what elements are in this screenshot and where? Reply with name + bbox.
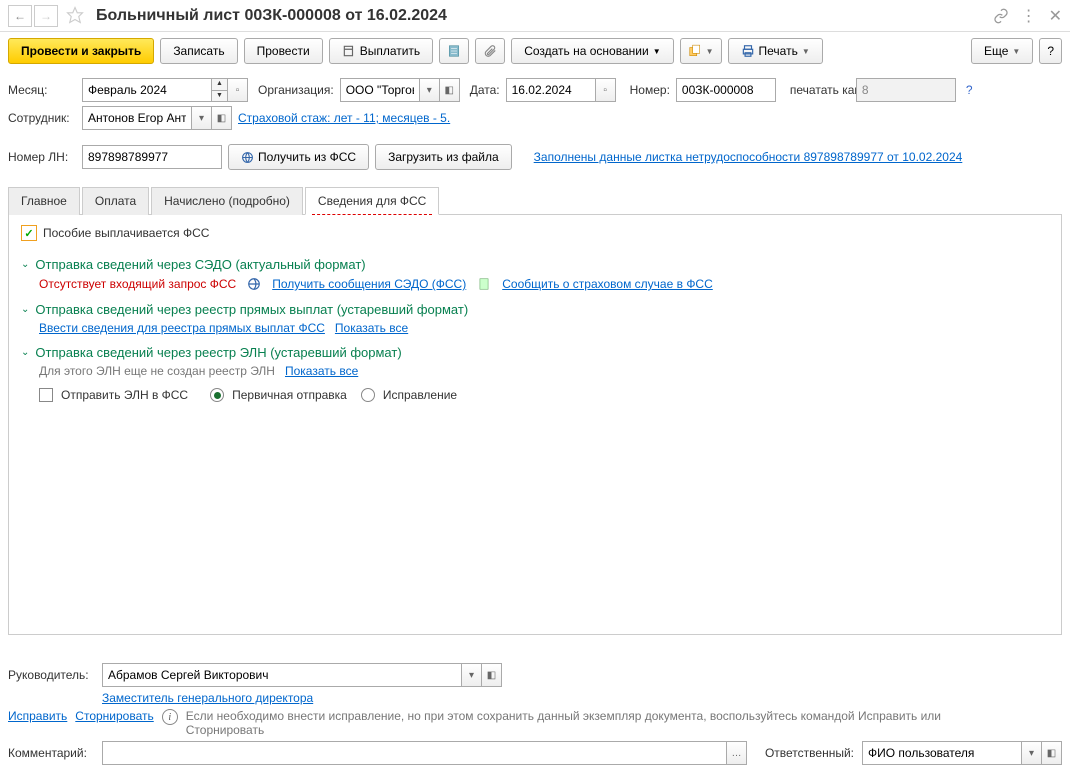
primary-send-radio[interactable]: [210, 388, 224, 402]
favorite-star-icon[interactable]: [66, 6, 86, 26]
manager-dropdown-button[interactable]: ▾: [462, 663, 482, 687]
load-from-file-button[interactable]: Загрузить из файла: [375, 144, 512, 170]
print-as-label: печатать как:: [790, 83, 850, 97]
tab-main[interactable]: Главное: [8, 187, 80, 215]
footer-area: Руководитель: ▾ ◧ Заместитель генерально…: [0, 653, 1070, 777]
attachment-button[interactable]: [475, 38, 505, 64]
number-input[interactable]: [676, 78, 776, 102]
chevron-down-icon: ▼: [653, 47, 661, 56]
print-button[interactable]: Печать ▼: [728, 38, 823, 64]
responsible-dropdown-button[interactable]: ▾: [1022, 741, 1042, 765]
close-icon[interactable]: ✕: [1049, 6, 1062, 26]
fix-link[interactable]: Исправить: [8, 709, 67, 723]
send-eln-label: Отправить ЭЛН в ФСС: [61, 388, 188, 402]
eln-registry-status: Для этого ЭЛН еще не создан реестр ЭЛН: [39, 364, 275, 378]
employee-input[interactable]: [82, 106, 192, 130]
month-input[interactable]: [82, 78, 212, 102]
date-input[interactable]: [506, 78, 596, 102]
number-label: Номер:: [630, 83, 670, 97]
ln-input[interactable]: [82, 145, 222, 169]
primary-send-label: Первичная отправка: [232, 388, 347, 402]
get-from-fss-button[interactable]: Получить из ФСС: [228, 144, 369, 170]
date-picker-button[interactable]: ▫: [596, 78, 616, 102]
employee-open-button[interactable]: ◧: [212, 106, 232, 130]
globe-icon: [246, 276, 262, 292]
ln-data-link[interactable]: Заполнены данные листка нетрудоспособнос…: [534, 150, 963, 164]
link-icon[interactable]: [993, 8, 1009, 24]
org-label: Организация:: [258, 83, 334, 97]
enter-registry-info-link[interactable]: Ввести сведения для реестра прямых выпла…: [39, 321, 325, 335]
org-open-button[interactable]: ◧: [440, 78, 460, 102]
fix-radio-label: Исправление: [383, 388, 457, 402]
post-button[interactable]: Провести: [244, 38, 323, 64]
seniority-link[interactable]: Страховой стаж: лет - 11; месяцев - 5.: [238, 111, 450, 125]
manager-input[interactable]: [102, 663, 462, 687]
org-dropdown-button[interactable]: ▾: [420, 78, 440, 102]
main-toolbar: Провести и закрыть Записать Провести Вып…: [0, 32, 1070, 70]
titlebar: ← → Больничный лист 00ЗК-000008 от 16.02…: [0, 0, 1070, 32]
tab-accrued[interactable]: Начислено (подробно): [151, 187, 303, 215]
report-insurance-case-link[interactable]: Сообщить о страховом случае в ФСС: [502, 277, 713, 291]
print-as-input[interactable]: [856, 78, 956, 102]
send-eln-checkbox[interactable]: [39, 388, 53, 402]
chevron-down-icon: ⌄: [21, 259, 29, 270]
pay-button[interactable]: Выплатить: [329, 38, 434, 64]
nav-back-button[interactable]: ←: [8, 5, 32, 27]
print-as-help-icon[interactable]: ?: [966, 83, 973, 97]
show-all-eln-link[interactable]: Показать все: [285, 364, 358, 378]
page-title: Больничный лист 00ЗК-000008 от 16.02.202…: [96, 7, 993, 25]
chevron-down-icon: ⌄: [21, 304, 29, 315]
tab-payment[interactable]: Оплата: [82, 187, 149, 215]
fss-pays-checkbox[interactable]: ✓: [21, 225, 37, 241]
tabs: Главное Оплата Начислено (подробно) Свед…: [8, 186, 1062, 215]
ln-label: Номер ЛН:: [8, 150, 76, 164]
create-based-on-button[interactable]: Создать на основании ▼: [511, 38, 673, 64]
date-label: Дата:: [470, 83, 500, 97]
section-eln-registry-header[interactable]: ⌄ Отправка сведений через реестр ЭЛН (ус…: [21, 345, 1049, 360]
storno-link[interactable]: Сторнировать: [75, 709, 153, 723]
info-icon: i: [162, 709, 178, 725]
manager-label: Руководитель:: [8, 668, 94, 682]
kebab-menu-icon[interactable]: ⋮: [1021, 6, 1037, 26]
fss-pays-label: Пособие выплачивается ФСС: [43, 226, 209, 240]
manager-open-button[interactable]: ◧: [482, 663, 502, 687]
section-sedo-header[interactable]: ⌄ Отправка сведений через СЭДО (актуальн…: [21, 257, 1049, 272]
globe-icon: [241, 151, 254, 164]
chevron-down-icon: ⌄: [21, 347, 29, 358]
section-direct-payments-header[interactable]: ⌄ Отправка сведений через реестр прямых …: [21, 302, 1049, 317]
manager-position-link[interactable]: Заместитель генерального директора: [102, 691, 313, 705]
comment-input[interactable]: [102, 741, 727, 765]
nav-forward-button[interactable]: →: [34, 5, 58, 27]
comment-ellipsis-button[interactable]: …: [727, 741, 747, 765]
tab-content: ✓ Пособие выплачивается ФСС ⌄ Отправка с…: [8, 215, 1062, 635]
save-button[interactable]: Записать: [160, 38, 237, 64]
comment-label: Комментарий:: [8, 746, 94, 760]
form-area: Месяц: ▲▼ ▫ Организация: ▾ ◧ Дата: ▫ Ном…: [0, 70, 1070, 178]
employee-label: Сотрудник:: [8, 111, 76, 125]
tab-fss-info[interactable]: Сведения для ФСС: [305, 187, 439, 215]
org-input[interactable]: [340, 78, 420, 102]
responsible-open-button[interactable]: ◧: [1042, 741, 1062, 765]
responsible-label: Ответственный:: [765, 746, 854, 760]
responsible-input[interactable]: [862, 741, 1022, 765]
report-button[interactable]: [439, 38, 469, 64]
copy-button[interactable]: ▼: [680, 38, 722, 64]
post-and-close-button[interactable]: Провести и закрыть: [8, 38, 154, 64]
info-text: Если необходимо внести исправление, но п…: [186, 709, 1006, 737]
printer-icon: [741, 44, 755, 58]
help-button[interactable]: ?: [1039, 38, 1062, 64]
more-button[interactable]: Еще ▼: [971, 38, 1033, 64]
fix-radio[interactable]: [361, 388, 375, 402]
pay-icon: [342, 44, 356, 58]
document-icon: [476, 276, 492, 292]
employee-dropdown-button[interactable]: ▾: [192, 106, 212, 130]
sedo-warning-text: Отсутствует входящий запрос ФСС: [39, 277, 236, 291]
get-sedo-messages-link[interactable]: Получить сообщения СЭДО (ФСС): [272, 277, 466, 291]
show-all-link[interactable]: Показать все: [335, 321, 408, 335]
month-picker-button[interactable]: ▫: [228, 78, 248, 102]
month-label: Месяц:: [8, 83, 76, 97]
month-spinner[interactable]: ▲▼: [212, 78, 228, 102]
